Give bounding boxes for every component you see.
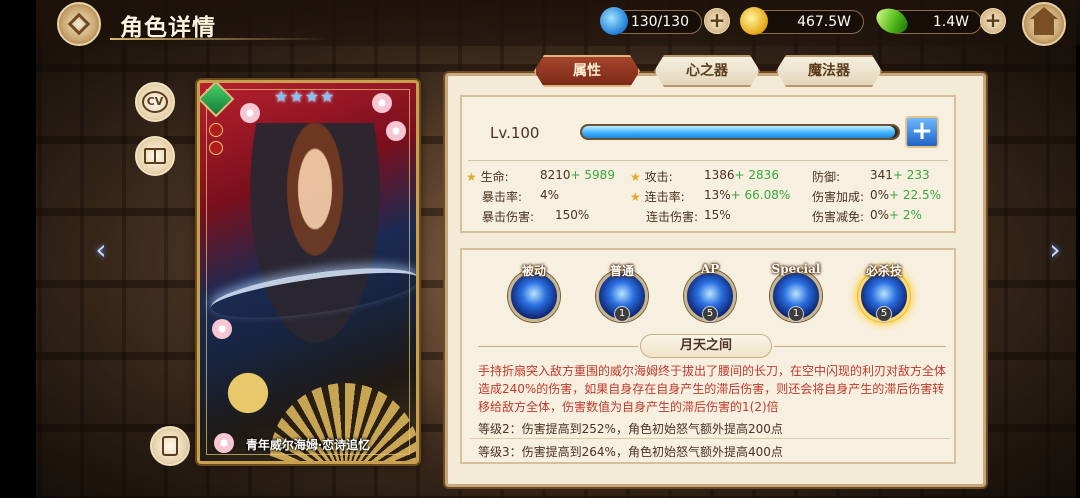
stat-dmg-bonus: 伤害加成: xyxy=(812,190,865,204)
stat-crit-rate: 暴击率: xyxy=(482,190,523,204)
stat-combo-rate: ★ 连击率: xyxy=(630,188,685,205)
star-rating: ★★★★ xyxy=(274,87,336,106)
right-letterbox xyxy=(1076,0,1080,498)
title-underline xyxy=(110,38,330,40)
skill-label: Special xyxy=(771,262,821,276)
skill-level-badge: 1 xyxy=(614,306,630,322)
skill-level-2-text: 等级2：伤害提高到252%，角色初始怒气额外提高200点 xyxy=(478,422,783,436)
swap-card-icon xyxy=(162,436,178,456)
stat-base: 0% xyxy=(870,188,890,202)
divider xyxy=(774,346,946,347)
cv-voice-button[interactable]: CV xyxy=(135,82,175,122)
stat-bonus: + 2% xyxy=(889,208,922,222)
home-icon xyxy=(1030,7,1058,35)
stat-base: 341 xyxy=(870,168,893,182)
back-icon xyxy=(67,12,91,36)
skill-label: 被动 xyxy=(521,264,546,278)
skill-label: 必杀技 xyxy=(865,264,902,278)
experience-bar xyxy=(580,124,900,140)
stat-combo-dmg: 连击伤害: xyxy=(646,210,699,224)
stat-label: 攻击: xyxy=(644,170,673,184)
skill-label: 普通 xyxy=(609,264,634,278)
gold-coin-icon xyxy=(740,7,768,35)
stat-base: 13% xyxy=(704,188,731,202)
stamina-icon xyxy=(600,7,628,35)
skill-level-badge: 5 xyxy=(876,306,892,322)
skill-description: 手持折扇突入敌方重围的威尔海姆终于拔出了腰间的长刀，在空中闪现的利刃对敌方全体造… xyxy=(478,364,947,414)
skill-level-badge: 5 xyxy=(702,306,718,322)
stat-bonus: + 233 xyxy=(892,168,930,182)
left-letterbox xyxy=(0,0,36,498)
level-up-button[interactable]: + xyxy=(905,116,939,148)
card-frame xyxy=(206,89,410,455)
divider xyxy=(470,438,950,439)
stat-combo-rate-value: 13%+ 66.08% xyxy=(704,188,790,202)
previous-character-arrow[interactable]: ‹ xyxy=(86,232,116,268)
stat-base: 8210 xyxy=(540,168,571,182)
add-stamina-button[interactable]: + xyxy=(704,8,730,34)
stat-crit-dmg-value: 150% xyxy=(555,208,590,222)
stat-dmg-reduce-value: 0%+ 2% xyxy=(870,208,922,222)
stat-label: 生命: xyxy=(480,170,509,184)
skill-level-badge: 1 xyxy=(788,306,804,322)
character-name: 青年威尔海姆·恋诗追忆 xyxy=(245,438,371,452)
back-button[interactable] xyxy=(57,2,101,46)
book-icon xyxy=(144,148,166,164)
stat-bonus: + 2836 xyxy=(734,168,779,182)
next-character-arrow[interactable]: › xyxy=(1040,232,1070,268)
stat-base: 0% xyxy=(870,208,890,222)
skill-level-3-text: 等级3：伤害提高到264%，角色初始怒气额外提高400点 xyxy=(478,445,783,459)
experience-fill xyxy=(582,126,895,138)
element-badge-icon xyxy=(209,123,223,137)
stat-atk: ★ 攻击: xyxy=(630,168,673,185)
stat-crit-dmg: 暴击伤害: xyxy=(482,210,535,224)
divider xyxy=(478,346,638,347)
class-badge-icon xyxy=(209,141,223,155)
tab-attributes[interactable]: 属性 xyxy=(534,55,640,87)
stat-combo-dmg-value: 15% xyxy=(704,208,731,222)
stat-dmg-reduce: 伤害减免: xyxy=(812,210,865,224)
profile-book-button[interactable] xyxy=(135,136,175,176)
stat-bonus: + 22.5% xyxy=(889,188,942,202)
star-icon: ★ xyxy=(630,190,641,204)
tab-heart-vessel[interactable]: 心之器 xyxy=(654,55,760,87)
stat-atk-value: 1386+ 2836 xyxy=(704,168,779,182)
page-title: 角色详情 xyxy=(120,15,216,41)
home-button[interactable] xyxy=(1022,2,1066,46)
stat-base: 1386 xyxy=(704,168,735,182)
stat-bonus: + 5989 xyxy=(570,168,615,182)
stat-bonus: + 66.08% xyxy=(730,188,791,202)
stat-def: 防御: xyxy=(812,170,841,184)
skill-label: AP xyxy=(700,262,720,276)
tab-magic-device[interactable]: 魔法器 xyxy=(776,55,882,87)
add-gem-button[interactable]: + xyxy=(980,8,1006,34)
level-label: Lv.100 xyxy=(490,124,540,142)
stat-hp-value: 8210+ 5989 xyxy=(540,168,615,182)
stat-def-value: 341+ 233 xyxy=(870,168,930,182)
star-icon: ★ xyxy=(630,170,641,184)
cv-bubble-icon: CV xyxy=(142,91,168,113)
character-card: ★★★★ 青年威尔海姆·恋诗追忆 xyxy=(197,80,419,464)
star-icon: ★ xyxy=(466,170,477,184)
divider xyxy=(468,160,948,161)
skill-name-banner: 月天之间 xyxy=(640,334,772,358)
stat-label: 连击率: xyxy=(644,190,685,204)
stat-crit-rate-value: 4% xyxy=(540,188,560,202)
stat-hp: ★ 生命: xyxy=(466,168,509,185)
stat-dmg-bonus-value: 0%+ 22.5% xyxy=(870,188,941,202)
switch-art-button[interactable] xyxy=(150,426,190,466)
